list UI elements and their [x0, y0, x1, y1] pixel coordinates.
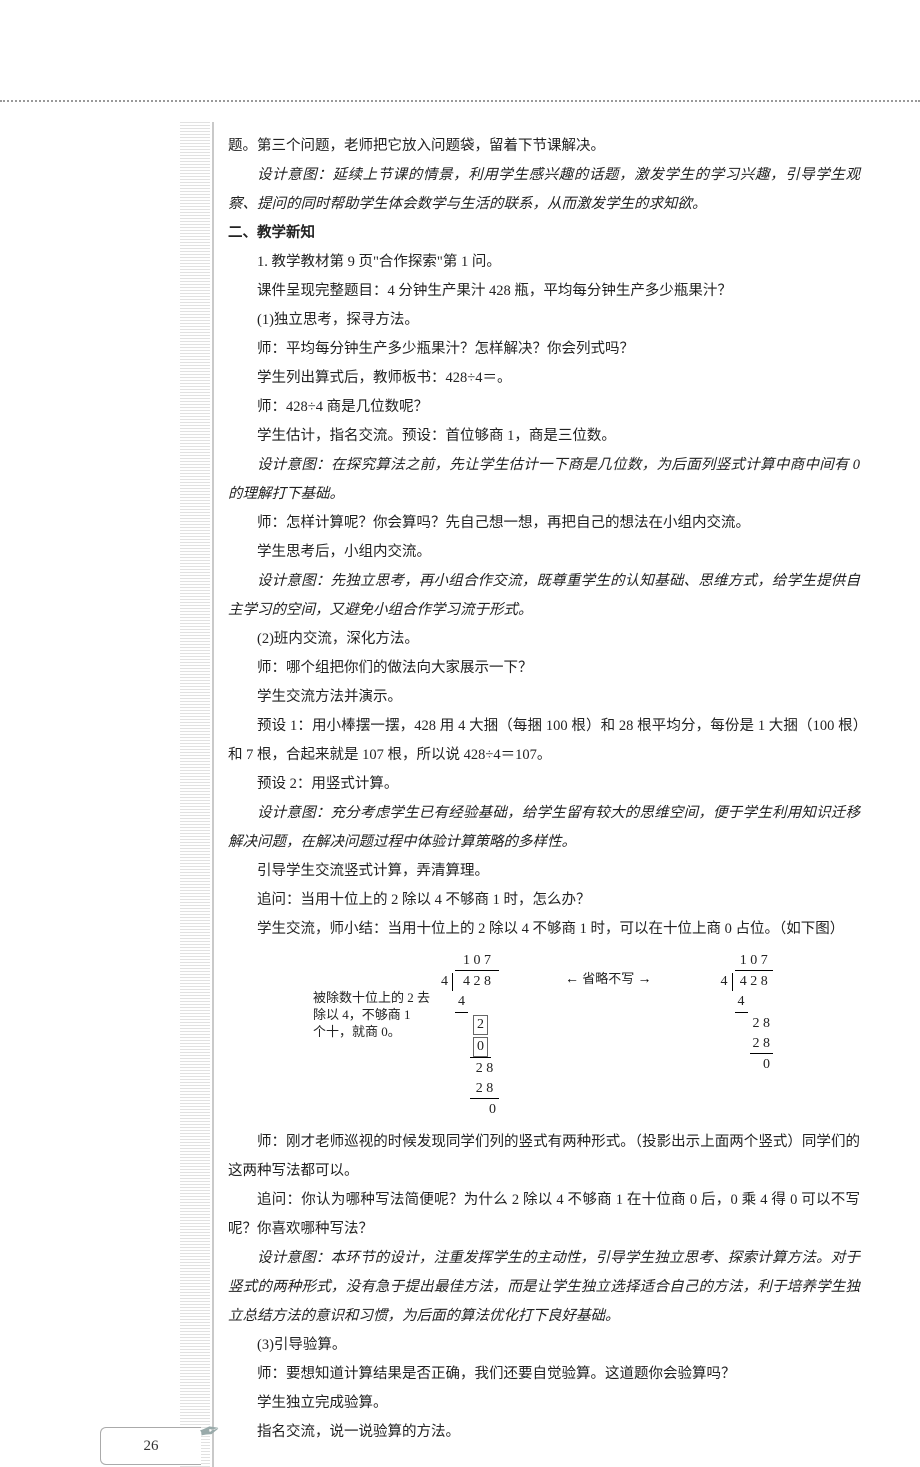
paragraph: (2)班内交流，深化方法。: [228, 625, 860, 654]
annotation-line: 个十，就商 0。: [313, 1024, 430, 1041]
step: 2 8: [476, 1061, 494, 1076]
remainder: 0: [489, 1102, 496, 1117]
paragraph: 追问：当用十位上的 2 除以 4 不够商 1 时，怎么办？: [228, 886, 860, 915]
content-column: 题。第三个问题，老师把它放入问题袋，留着下节课解决。 设计意图：延续上节课的情景…: [210, 122, 920, 1467]
top-dotted-divider: [0, 100, 920, 102]
paragraph: 学生估计，指名交流。预设：首位够商 1，商是三位数。: [228, 422, 860, 451]
paragraph: 引导学生交流竖式计算，弄清算理。: [228, 857, 860, 886]
page-number: 26: [144, 1438, 159, 1454]
step: 2 8: [753, 1016, 771, 1031]
paragraph: 师：刚才老师巡视的时候发现同学们列的竖式有两种形式。（投影出示上面两个竖式）同学…: [228, 1128, 860, 1186]
paragraph: 学生独立完成验算。: [228, 1389, 860, 1418]
omit-label: ← 省略不写 →: [561, 950, 656, 1122]
paragraph: 师：怎样计算呢？你会算吗？先自己想一想，再把自己的想法在小组内交流。: [228, 509, 860, 538]
left-gutter: [0, 122, 210, 1467]
annotation-line: 被除数十位上的 2 去: [313, 990, 430, 1007]
remainder: 0: [763, 1057, 770, 1072]
paragraph: 预设 2：用竖式计算。: [228, 770, 860, 799]
paragraph: 题。第三个问题，老师把它放入问题袋，留着下节课解决。: [228, 132, 860, 161]
design-intent: 设计意图：充分考虑学生已有经验基础，给学生留有较大的思维空间，便于学生利用知识迁…: [228, 799, 860, 857]
divisor: 4: [721, 974, 728, 989]
long-division-right: 1 0 7 44 2 8 4 2 8 2 8 0: [716, 950, 776, 1122]
paragraph: 学生列出算式后，教师板书：428÷4＝。: [228, 364, 860, 393]
quotient: 1 0 7: [740, 953, 768, 968]
page-body: 题。第三个问题，老师把它放入问题袋，留着下节课解决。 设计意图：延续上节课的情景…: [0, 122, 920, 1467]
paragraph: 学生交流，师小结：当用十位上的 2 除以 4 不够商 1 时，可以在十位上商 0…: [228, 915, 860, 944]
paragraph: 追问：你认为哪种写法简便呢？为什么 2 除以 4 不够商 1 在十位商 0 后，…: [228, 1186, 860, 1244]
step: 4: [458, 994, 465, 1009]
dividend: 4 2 8: [740, 974, 768, 989]
long-division-table-b: 1 0 7 44 2 8 4 2 8 2 8 0: [716, 950, 776, 1076]
design-intent: 设计意图：在探究算法之前，先让学生估计一下商是几位数，为后面列竖式计算中商中间有…: [228, 451, 860, 509]
paragraph: (1)独立思考，探寻方法。: [228, 306, 860, 335]
step: 2 8: [476, 1081, 494, 1096]
design-intent: 设计意图：本环节的设计，注重发挥学生的主动性，引导学生独立思考、探索计算方法。对…: [228, 1244, 860, 1331]
paragraph: 课件呈现完整题目：4 分钟生产果汁 428 瓶，平均每分钟生产多少瓶果汁？: [228, 277, 860, 306]
paragraph: 1. 教学教材第 9 页"合作探索"第 1 问。: [228, 248, 860, 277]
long-division-table-a: 1 0 7 4 4 2 8 4 2 0 2 8 2 8 0: [436, 950, 501, 1122]
dividend: 4 2 8: [463, 974, 491, 989]
annotation-line: 除以 4，不够商 1: [313, 1007, 430, 1024]
paragraph: 师：哪个组把你们的做法向大家展示一下？: [228, 654, 860, 683]
paragraph: 指名交流，说一说验算的方法。: [228, 1418, 860, 1447]
long-division-figure: 被除数十位上的 2 去 除以 4，不够商 1 个十，就商 0。 1 0 7 44…: [228, 950, 860, 1122]
vertical-rule: [212, 122, 214, 1467]
paragraph: 师：428÷4 商是几位数呢？: [228, 393, 860, 422]
bracket-annotation: 被除数十位上的 2 去 除以 4，不够商 1 个十，就商 0。: [313, 950, 430, 1041]
paragraph: (3)引导验算。: [228, 1331, 860, 1360]
divisor: 4: [441, 974, 448, 989]
arrow-icon: ←: [565, 972, 579, 987]
quotient: 1 0 7: [463, 953, 491, 968]
boxed-digit: 2: [473, 1015, 488, 1035]
design-intent: 设计意图：延续上节课的情景，利用学生感兴趣的话题，激发学生的学习兴趣，引导学生观…: [228, 161, 860, 219]
arrow-icon: →: [638, 972, 652, 987]
section-heading-2: 二、教学新知: [228, 219, 860, 248]
omit-label-text: 省略不写: [582, 971, 634, 986]
step: 4: [738, 994, 745, 1009]
paragraph: 学生思考后，小组内交流。: [228, 538, 860, 567]
step: 2 8: [753, 1036, 771, 1051]
boxed-digit: 0: [473, 1037, 488, 1057]
page-number-box: 26 ✒: [100, 1427, 201, 1465]
paragraph: 师：平均每分钟生产多少瓶果汁？怎样解决？你会列式吗？: [228, 335, 860, 364]
long-division-left: 被除数十位上的 2 去 除以 4，不够商 1 个十，就商 0。 1 0 7 44…: [313, 950, 501, 1122]
paragraph: 师：要想知道计算结果是否正确，我们还要自觉验算。这道题你会验算吗？: [228, 1360, 860, 1389]
design-intent: 设计意图：先独立思考，再小组合作交流，既尊重学生的认知基础、思维方式，给学生提供…: [228, 567, 860, 625]
paragraph: 预设 1：用小棒摆一摆，428 用 4 大捆（每捆 100 根）和 28 根平均…: [228, 712, 860, 770]
ornament-column: [180, 122, 210, 1467]
paragraph: 学生交流方法并演示。: [228, 683, 860, 712]
